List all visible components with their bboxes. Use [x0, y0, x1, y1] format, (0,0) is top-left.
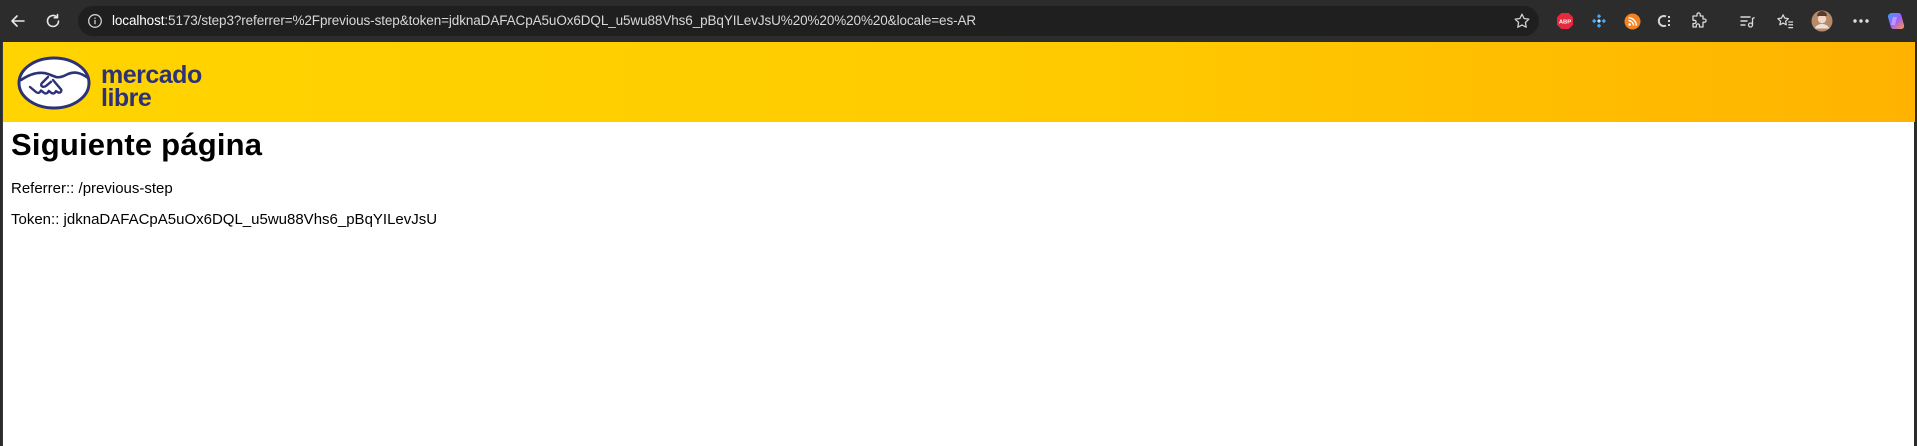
mercado-libre-logo[interactable]: mercado libre	[17, 56, 227, 112]
page-viewport: mercado libre Siguiente página Referrer:…	[2, 42, 1915, 446]
referrer-value: /previous-step	[78, 180, 173, 197]
adblock-plus-icon[interactable]: ABP	[1556, 12, 1574, 30]
rss-orange-icon[interactable]	[1623, 12, 1641, 30]
logo-line-libre: libre	[101, 84, 152, 112]
browser-toolbar: localhost:5173/step3?referrer=%2Fpreviou…	[0, 0, 1917, 42]
puzzle-blue-icon[interactable]	[1590, 12, 1608, 30]
referrer-line: Referrer:: /previous-step	[11, 180, 173, 197]
back-button[interactable]	[4, 7, 32, 35]
url-text[interactable]: localhost:5173/step3?referrer=%2Fpreviou…	[112, 13, 976, 28]
profile-avatar[interactable]	[1811, 10, 1833, 32]
token-line: Token:: jdknaDAFACpA5uOx6DQL_u5wu88Vhs6_…	[11, 211, 437, 228]
extensions-puzzle-icon[interactable]	[1690, 12, 1708, 30]
arrow-left-icon	[11, 15, 25, 27]
settings-menu-icon[interactable]	[1852, 12, 1870, 30]
copilot-icon[interactable]	[1886, 11, 1906, 31]
star-icon[interactable]	[1513, 12, 1531, 30]
media-icon[interactable]	[1738, 12, 1756, 30]
url-host: localhost	[112, 13, 165, 28]
reload-button[interactable]	[39, 7, 67, 35]
site-info-icon[interactable]	[87, 13, 103, 29]
reload-icon	[46, 13, 60, 28]
favorites-icon[interactable]	[1776, 12, 1794, 30]
page-title: Siguiente página	[11, 127, 263, 162]
c-extension-icon[interactable]	[1656, 12, 1674, 30]
url-path: :5173/step3?referrer=%2Fprevious-step&to…	[164, 13, 977, 28]
referrer-label: Referrer::	[11, 180, 75, 197]
site-header: mercado libre	[3, 42, 1915, 122]
token-label: Token::	[11, 211, 60, 228]
address-bar[interactable]: localhost:5173/step3?referrer=%2Fpreviou…	[78, 6, 1539, 36]
abp-label: ABP	[1559, 20, 1571, 26]
token-value: jdknaDAFACpA5uOx6DQL_u5wu88Vhs6_pBqYILev…	[63, 211, 438, 228]
